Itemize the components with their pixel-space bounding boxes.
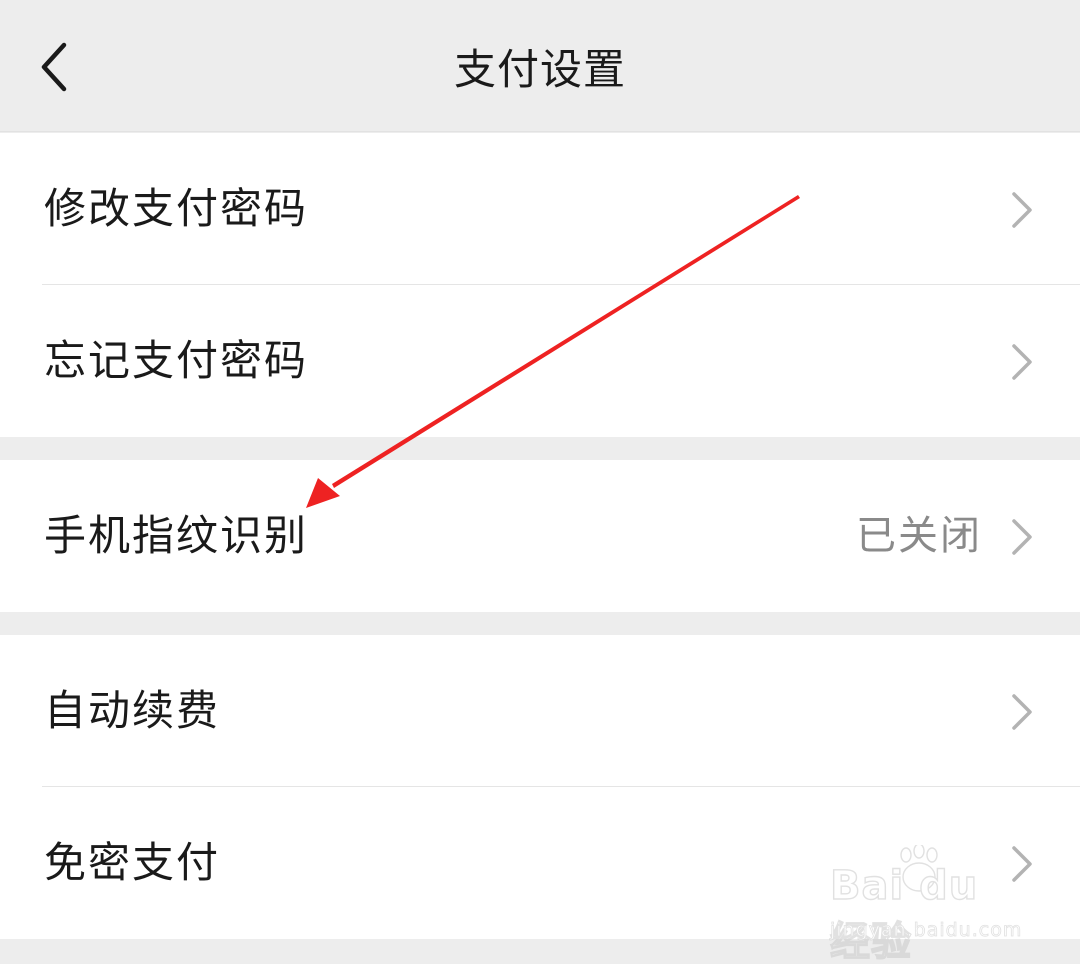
chevron-right-icon [1012,846,1032,882]
row-label: 自动续费 [44,686,221,735]
row-label: 免密支付 [44,838,221,887]
fingerprint-group: 手机指纹识别 已关闭 [0,460,1080,612]
row-password-free-pay[interactable]: 免密支付 [0,787,1080,939]
row-forgot-password[interactable]: 忘记支付密码 [0,285,1080,437]
chevron-right-icon [1012,519,1032,555]
password-group: 修改支付密码 忘记支付密码 [0,133,1080,437]
auto-pay-group: 自动续费 免密支付 [0,635,1080,939]
chevron-right-icon [1012,694,1032,730]
row-auto-renewal[interactable]: 自动续费 [0,635,1080,787]
payment-settings-screen: 支付设置 修改支付密码 忘记支付密码 手机指纹识别 已关闭 自动续费 免密支付 … [0,0,1080,964]
row-fingerprint[interactable]: 手机指纹识别 已关闭 [0,460,1080,612]
row-label: 手机指纹识别 [44,511,309,560]
chevron-right-icon [1012,192,1032,228]
chevron-right-icon [1012,344,1032,380]
status-value: 已关闭 [856,513,982,559]
row-change-password[interactable]: 修改支付密码 [0,133,1080,285]
row-label: 忘记支付密码 [44,336,309,385]
page-title: 支付设置 [453,45,626,94]
row-label: 修改支付密码 [44,184,309,233]
nav-bar: 支付设置 [0,0,1080,132]
